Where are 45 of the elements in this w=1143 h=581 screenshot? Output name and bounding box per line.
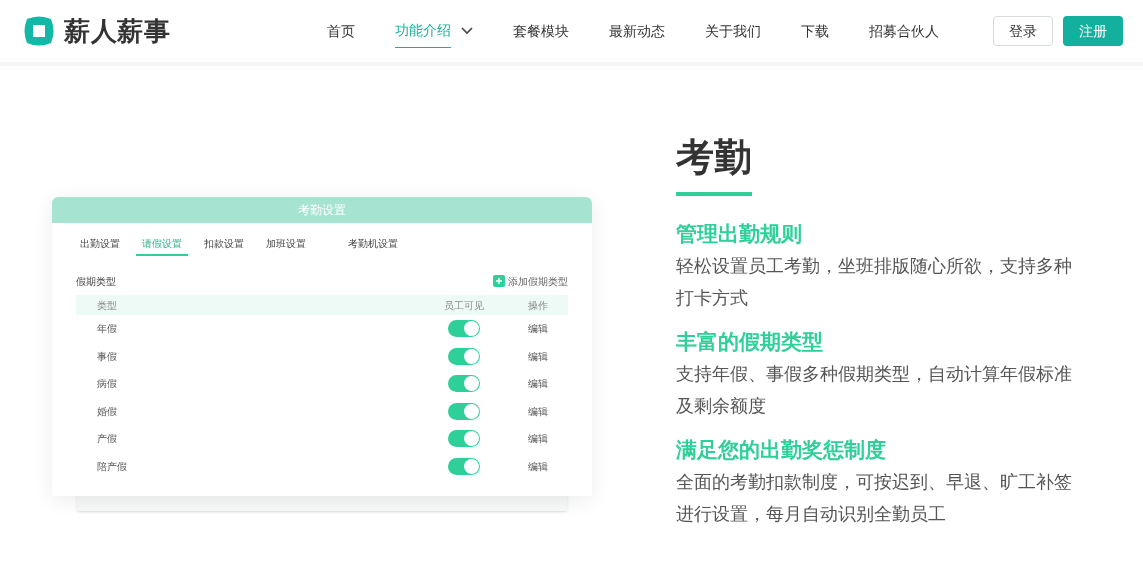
nav-link[interactable]: 招募合伙人 — [868, 0, 939, 64]
card-title: 考勤设置 — [52, 197, 592, 223]
edit-link[interactable]: 编辑 — [528, 348, 548, 364]
feature-heading: 丰富的假期类型 — [676, 329, 824, 355]
feature-description: 全面的考勤扣款制度，可按迟到、早退、旷工补签进行设置，每月自动识别全勤员工 — [676, 471, 1073, 526]
nav-link[interactable]: 下载 — [800, 0, 829, 64]
column-header: 操作 — [528, 298, 548, 313]
plus-icon — [493, 275, 505, 287]
logo-icon — [22, 14, 56, 48]
nav-link[interactable]: 关于我们 — [704, 0, 761, 64]
table-cell-text: 年假 — [97, 322, 117, 337]
toggle-switch[interactable] — [448, 430, 480, 448]
table-cell-text: 事假 — [97, 349, 117, 364]
toggle-switch[interactable] — [448, 347, 480, 365]
table-cell-text: 产假 — [97, 432, 117, 447]
brand-name: 薪人薪事 — [64, 14, 171, 48]
login-button[interactable]: 登录 — [993, 16, 1053, 46]
edit-link[interactable]: 编辑 — [528, 403, 548, 419]
toggle-switch[interactable] — [448, 402, 480, 420]
table-cell-text: 病假 — [97, 377, 117, 392]
add-button[interactable]: 添加假期类型 — [493, 273, 568, 289]
settings-tab[interactable]: 扣款设置 — [198, 236, 250, 256]
feature-description: 轻松设置员工考勤，坐班排版随心所欲，支持多种打卡方式 — [676, 255, 1073, 310]
edit-link[interactable]: 编辑 — [528, 458, 548, 474]
nav-link[interactable]: 套餐模块 — [512, 0, 569, 64]
settings-tab[interactable]: 考勤机设置 — [342, 236, 404, 256]
column-header: 员工可见 — [444, 298, 484, 313]
column-header: 类型 — [97, 298, 117, 313]
edit-link[interactable]: 编辑 — [528, 431, 548, 447]
nav-link[interactable]: 最新动态 — [608, 0, 665, 64]
feature-heading: 满足您的出勤奖惩制度 — [676, 437, 887, 463]
table-cell-text: 陪产假 — [97, 459, 127, 474]
toggle-switch[interactable] — [448, 375, 480, 393]
feature-heading: 管理出勤规则 — [676, 221, 803, 247]
feature-description: 支持年假、事假多种假期类型，自动计算年假标准及剩余额度 — [676, 363, 1073, 418]
feature-title: 考勤 — [676, 135, 753, 180]
edit-link[interactable]: 编辑 — [528, 376, 548, 392]
edit-link[interactable]: 编辑 — [528, 321, 548, 337]
nav-link[interactable]: 首页 — [326, 0, 355, 64]
toggle-switch[interactable] — [448, 457, 480, 475]
settings-tab[interactable]: 加班设置 — [260, 236, 312, 256]
section-label: 假期类型 — [76, 274, 116, 289]
toggle-switch[interactable] — [448, 320, 480, 338]
table-cell-text: 婚假 — [97, 404, 117, 419]
settings-tab[interactable]: 出勤设置 — [74, 236, 126, 256]
